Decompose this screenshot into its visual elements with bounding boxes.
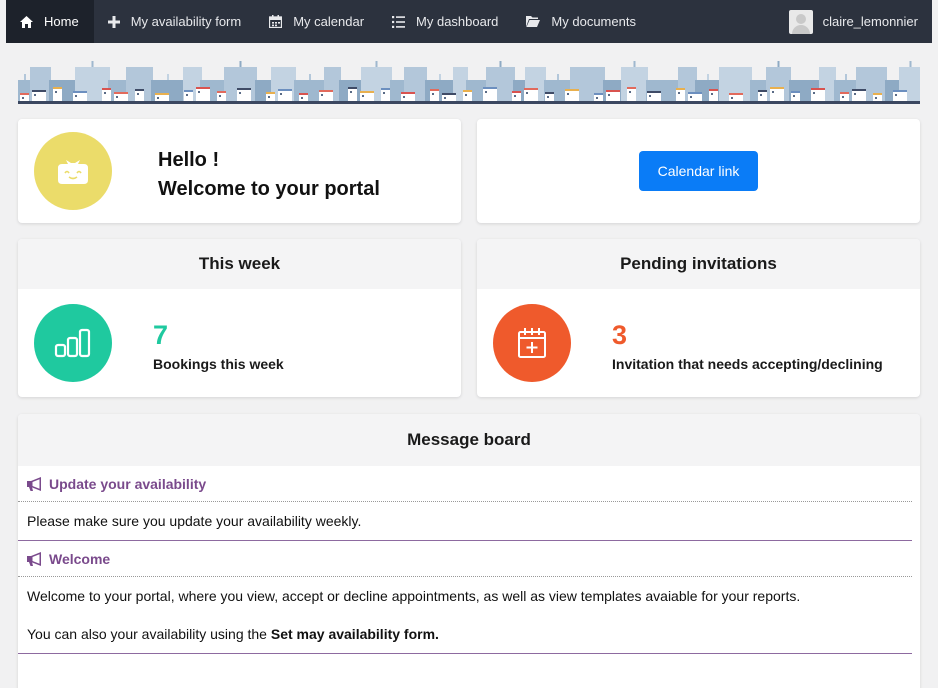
username: claire_lemonnier xyxy=(822,14,918,29)
plus-icon xyxy=(107,15,120,28)
pending-invitations-card: Pending invitations 3 Invitation that ne… xyxy=(477,239,920,397)
message-title-text: Update your availability xyxy=(49,475,207,492)
bookings-count: 7 xyxy=(153,320,169,350)
message-body-text: You can also your availability using the xyxy=(27,626,271,642)
megaphone-icon xyxy=(27,551,41,566)
bookings-label: Bookings this week xyxy=(153,356,284,372)
nav-documents-label: My documents xyxy=(551,14,636,29)
nav-dashboard[interactable]: My dashboard xyxy=(378,0,512,43)
user-menu[interactable]: claire_lemonnier xyxy=(788,9,932,34)
message-body: Please make sure you update your availab… xyxy=(27,513,362,529)
megaphone-icon xyxy=(27,476,41,491)
nav-dashboard-label: My dashboard xyxy=(416,14,499,29)
nav-availability-label: My availability form xyxy=(130,14,242,29)
chat-bot-icon xyxy=(34,132,112,210)
welcome-card: Hello ! Welcome to your portal xyxy=(18,119,461,223)
welcome-heading: Hello ! Welcome to your portal xyxy=(158,146,380,204)
this-week-title: This week xyxy=(18,239,461,289)
bar-chart-icon xyxy=(34,304,112,382)
message-item: Update your availability Please make sur… xyxy=(18,466,920,541)
nav-home[interactable]: Home xyxy=(6,0,94,43)
greeting-line: Hello ! xyxy=(158,149,220,171)
message-title: Update your availability xyxy=(18,466,912,502)
message-title-text: Welcome xyxy=(49,550,111,567)
message-body: You can also your availability using the… xyxy=(18,615,920,653)
nav-calendar-label: My calendar xyxy=(293,14,365,29)
top-navbar: Home My availability form My calendar My… xyxy=(6,0,932,43)
invitations-label: Invitation that needs accepting/declinin… xyxy=(612,356,883,372)
this-week-card: This week 7 Bookings this week xyxy=(18,239,461,397)
welcome-line: Welcome to your portal xyxy=(158,178,380,200)
message-board-title: Message board xyxy=(18,414,920,466)
message-item: Welcome Welcome to your portal, where yo… xyxy=(18,541,920,654)
avatar xyxy=(788,9,813,34)
folder-icon xyxy=(526,16,541,27)
nav-calendar[interactable]: My calendar xyxy=(255,0,378,43)
invitations-count: 3 xyxy=(612,320,628,350)
message-body: Welcome to your portal, where you view, … xyxy=(27,588,801,604)
nav-availability-form[interactable]: My availability form xyxy=(94,0,256,43)
list-icon xyxy=(392,15,406,28)
city-skyline-banner xyxy=(18,61,920,104)
availability-form-mention: Set may availability form. xyxy=(270,626,439,642)
calendar-add-icon xyxy=(493,304,571,382)
calendar-icon xyxy=(269,15,283,28)
calendar-link-card: Calendar link xyxy=(477,119,920,223)
calendar-link-button[interactable]: Calendar link xyxy=(639,151,758,191)
home-icon xyxy=(20,15,33,28)
message-board: Message board Update your availability P… xyxy=(18,414,920,688)
message-title: Welcome xyxy=(18,541,912,577)
pending-invitations-title: Pending invitations xyxy=(477,239,920,289)
nav-documents[interactable]: My documents xyxy=(512,0,650,43)
message-divider xyxy=(18,653,912,654)
nav-home-label: Home xyxy=(44,14,79,29)
